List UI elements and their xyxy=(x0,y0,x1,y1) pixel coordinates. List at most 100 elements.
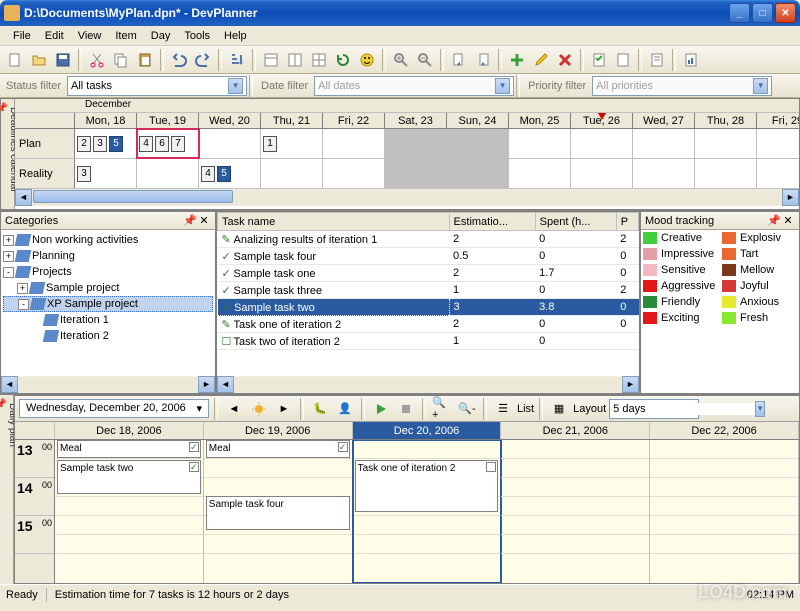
deadlines-calendar-tab[interactable]: 📌 Deadlines calendar xyxy=(1,99,15,209)
props-icon[interactable] xyxy=(646,49,668,71)
calendar-cell[interactable] xyxy=(695,129,757,158)
calendar-hscroll[interactable]: ◄ ► xyxy=(15,189,799,206)
calendar-cell[interactable]: 467 xyxy=(137,129,199,158)
daily-event[interactable]: Task one of iteration 2 xyxy=(355,460,499,512)
date-filter-combo[interactable]: ▼ xyxy=(314,76,514,96)
pin-icon[interactable]: 📌 xyxy=(0,399,7,410)
calendar-cell[interactable] xyxy=(633,159,695,188)
calendar-cell[interactable] xyxy=(633,129,695,158)
mood-item[interactable]: Joyful xyxy=(720,278,799,294)
view3-icon[interactable] xyxy=(308,49,330,71)
daily-day-header[interactable]: Dec 19, 2006 xyxy=(204,422,353,439)
calendar-day-header[interactable]: Mon, 18 xyxy=(75,113,137,128)
daily-event[interactable]: Meal✓ xyxy=(57,440,201,458)
maximize-button[interactable]: □ xyxy=(752,3,773,23)
report-icon[interactable] xyxy=(680,49,702,71)
calendar-cell[interactable] xyxy=(199,129,261,158)
tree-expand-icon[interactable]: - xyxy=(3,267,14,278)
task-col-header[interactable]: Estimatio... xyxy=(449,213,535,231)
tree-expand-icon[interactable]: - xyxy=(18,299,29,310)
menu-help[interactable]: Help xyxy=(217,28,254,44)
daily-event[interactable]: Sample task two✓ xyxy=(57,460,201,494)
calendar-cell[interactable]: 45 xyxy=(199,159,261,188)
daily-day-header[interactable]: Dec 18, 2006 xyxy=(55,422,204,439)
calendar-day-header[interactable]: Wed, 20 xyxy=(199,113,261,128)
event-checkbox[interactable]: ✓ xyxy=(338,442,348,452)
calendar-chip[interactable]: 4 xyxy=(139,136,153,152)
event-checkbox[interactable]: ✓ xyxy=(189,442,199,452)
calendar-cell[interactable] xyxy=(509,159,571,188)
calendar-chip[interactable]: 2 xyxy=(77,136,91,152)
minimize-button[interactable]: _ xyxy=(729,3,750,23)
calendar-cell[interactable]: 3 xyxy=(75,159,137,188)
add-icon[interactable] xyxy=(506,49,528,71)
calendar-chip[interactable]: 3 xyxy=(77,166,91,182)
calendar-day-header[interactable]: Thu, 28 xyxy=(695,113,757,128)
close-button[interactable]: ✕ xyxy=(775,3,796,23)
close-pane-icon[interactable]: ✕ xyxy=(781,214,795,227)
daily-column[interactable]: Meal✓Sample task four xyxy=(204,440,353,583)
calendar-cell[interactable] xyxy=(323,129,385,158)
task-row[interactable]: ✓Sample task two33.80 xyxy=(218,299,639,316)
tree-item[interactable]: Iteration 1 xyxy=(3,312,213,328)
calendar-chip[interactable]: 4 xyxy=(201,166,215,182)
calendar-day-header[interactable]: Fri, 22 xyxy=(323,113,385,128)
task-row[interactable]: ✓Sample task three102 xyxy=(218,282,639,299)
delete-icon[interactable] xyxy=(554,49,576,71)
open-icon[interactable] xyxy=(28,49,50,71)
calendar-cell[interactable] xyxy=(385,159,447,188)
sun-icon[interactable] xyxy=(248,398,270,420)
zoom-in-icon[interactable]: 🔍+ xyxy=(431,398,453,420)
calendar-chip[interactable]: 3 xyxy=(93,136,107,152)
calendar-cell[interactable] xyxy=(695,159,757,188)
pin-icon[interactable]: 📌 xyxy=(0,103,8,114)
zoom-out-icon[interactable] xyxy=(414,49,436,71)
menu-item[interactable]: Item xyxy=(108,28,143,44)
new-icon[interactable] xyxy=(4,49,26,71)
event-checkbox[interactable]: ✓ xyxy=(189,462,199,472)
copy-icon[interactable] xyxy=(110,49,132,71)
layout-icon[interactable]: ▦ xyxy=(548,398,570,420)
calendar-day-header[interactable]: Tue, 26 xyxy=(571,113,633,128)
calendar-day-header[interactable]: Wed, 27 xyxy=(633,113,695,128)
view1-icon[interactable] xyxy=(260,49,282,71)
calendar-day-header[interactable]: Fri, 29 xyxy=(757,113,799,128)
next-day-icon[interactable]: ► xyxy=(273,398,295,420)
refresh-icon[interactable] xyxy=(332,49,354,71)
task-col-header[interactable]: Task name xyxy=(218,213,450,231)
menu-tools[interactable]: Tools xyxy=(177,28,217,44)
sort-icon[interactable] xyxy=(226,49,248,71)
mood-item[interactable]: Exciting xyxy=(641,310,720,326)
tree-expand-icon[interactable]: + xyxy=(3,251,14,262)
calendar-cell[interactable] xyxy=(323,159,385,188)
play-icon[interactable] xyxy=(370,398,392,420)
edit-icon[interactable] xyxy=(530,49,552,71)
range-combo[interactable]: ▼ xyxy=(609,399,699,419)
calendar-cell[interactable] xyxy=(447,129,509,158)
pin-icon[interactable]: 📌 xyxy=(183,214,197,227)
undo-icon[interactable] xyxy=(168,49,190,71)
redo-icon[interactable] xyxy=(192,49,214,71)
calendar-chip[interactable]: 6 xyxy=(155,136,169,152)
close-pane-icon[interactable]: ✕ xyxy=(197,214,211,227)
daily-plan-tab[interactable]: 📌 Daily plan xyxy=(0,395,14,584)
tree-item[interactable]: +Non working activities xyxy=(3,232,213,248)
calendar-chip[interactable]: 7 xyxy=(171,136,185,152)
chevron-down-icon[interactable]: ▼ xyxy=(228,78,243,94)
calendar-cell[interactable]: 1 xyxy=(261,129,323,158)
prev-page-icon[interactable] xyxy=(448,49,470,71)
tree-item[interactable]: +Planning xyxy=(3,248,213,264)
cut-icon[interactable] xyxy=(86,49,108,71)
task-row[interactable]: ✓Sample task four0.500 xyxy=(218,248,639,265)
event-checkbox[interactable] xyxy=(486,462,496,472)
tree-item[interactable]: -Projects xyxy=(3,264,213,280)
daily-event[interactable]: Sample task four xyxy=(206,496,350,530)
menu-view[interactable]: View xyxy=(71,28,109,44)
task-col-header[interactable]: Spent (h... xyxy=(535,213,616,231)
task-row[interactable]: ☐Task two of iteration 210 xyxy=(218,333,639,350)
save-icon[interactable] xyxy=(52,49,74,71)
tree-expand-icon[interactable]: + xyxy=(3,235,14,246)
scroll-left-icon[interactable]: ◄ xyxy=(15,189,32,206)
tree-item[interactable]: Iteration 2 xyxy=(3,328,213,344)
view2-icon[interactable] xyxy=(284,49,306,71)
